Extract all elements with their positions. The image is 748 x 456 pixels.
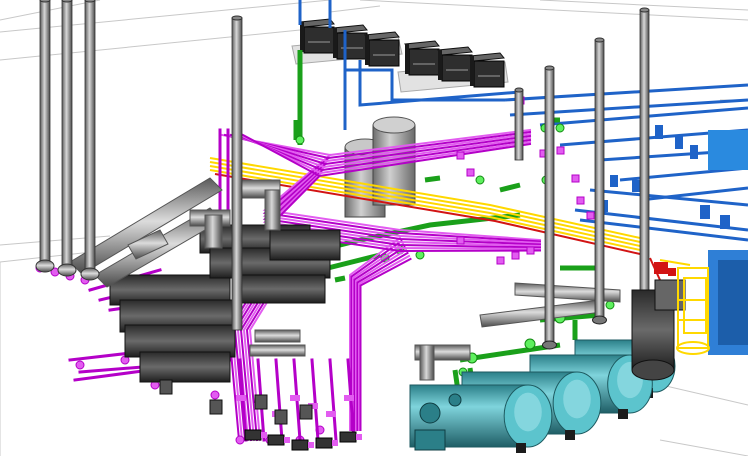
blue-equipment-block[interactable] — [708, 130, 748, 355]
valve-body — [159, 379, 173, 395]
stack-cap — [514, 87, 524, 93]
process-flange — [210, 390, 220, 400]
process-drop — [328, 358, 338, 442]
stack-base — [542, 340, 557, 350]
valve-body — [254, 394, 268, 410]
stack-base — [592, 315, 607, 325]
red-valve-cluster — [654, 262, 676, 276]
pump-motor — [339, 431, 357, 443]
process-pipe-run — [359, 257, 412, 431]
process-valve — [236, 395, 246, 401]
process-flange — [235, 435, 245, 445]
process-valve — [326, 411, 336, 417]
piping-model-canvas[interactable] — [0, 0, 748, 456]
stack-cap — [39, 0, 51, 3]
valve-body — [209, 399, 223, 415]
air-handler-unit — [404, 40, 440, 76]
pump-motor — [315, 437, 333, 449]
air-handler-unit — [332, 24, 368, 60]
process-fitting — [456, 151, 465, 160]
air-handler-unit — [469, 52, 505, 88]
stack-cap — [639, 7, 650, 13]
tank-pump — [414, 429, 446, 451]
stack-elbow — [80, 267, 100, 281]
exhaust-stack — [639, 9, 650, 296]
process-valve — [344, 395, 354, 401]
air-handler-unit — [364, 31, 400, 67]
tank-nozzle — [419, 402, 441, 424]
stack-cap — [84, 0, 96, 3]
stack-elbow — [35, 259, 55, 273]
process-fitting — [456, 236, 465, 245]
exhaust-stack — [594, 39, 605, 321]
stack-elbow — [57, 263, 77, 277]
pump-flange — [356, 434, 362, 440]
process-drop — [310, 358, 320, 442]
3d-model-viewport[interactable] — [0, 0, 748, 456]
pump-flange — [308, 442, 314, 448]
process-fitting — [576, 196, 585, 205]
pump-flange — [261, 432, 267, 438]
exhaust-stack — [514, 89, 524, 161]
exhaust-stack — [84, 0, 96, 276]
air-handler-unit — [437, 46, 473, 82]
pump-motor — [291, 439, 309, 451]
process-flange — [75, 360, 85, 370]
process-fitting — [571, 174, 580, 183]
pump-flange — [332, 440, 338, 446]
valve-body — [274, 409, 288, 425]
process-fitting — [466, 168, 475, 177]
process-fitting — [526, 246, 535, 255]
process-fitting — [556, 146, 565, 155]
exhaust-stack — [61, 0, 73, 271]
exhaust-stack — [39, 0, 51, 269]
process-valve — [290, 395, 300, 401]
pump-motor — [267, 434, 285, 446]
pump-motor — [244, 429, 262, 441]
process-drop — [274, 358, 284, 442]
process-fitting — [496, 256, 505, 265]
stack-cap — [594, 37, 605, 43]
exhaust-stack — [231, 17, 243, 331]
process-fitting — [586, 211, 595, 220]
stack-cap — [231, 15, 243, 21]
stack-cap — [544, 65, 555, 71]
valve-body — [299, 404, 313, 420]
exhaust-stack — [544, 67, 555, 346]
process-pipe-run — [355, 248, 408, 431]
process-fitting — [511, 251, 520, 260]
tank-nozzle — [448, 393, 462, 407]
pump-flange — [284, 437, 290, 443]
stack-cap — [61, 0, 73, 3]
